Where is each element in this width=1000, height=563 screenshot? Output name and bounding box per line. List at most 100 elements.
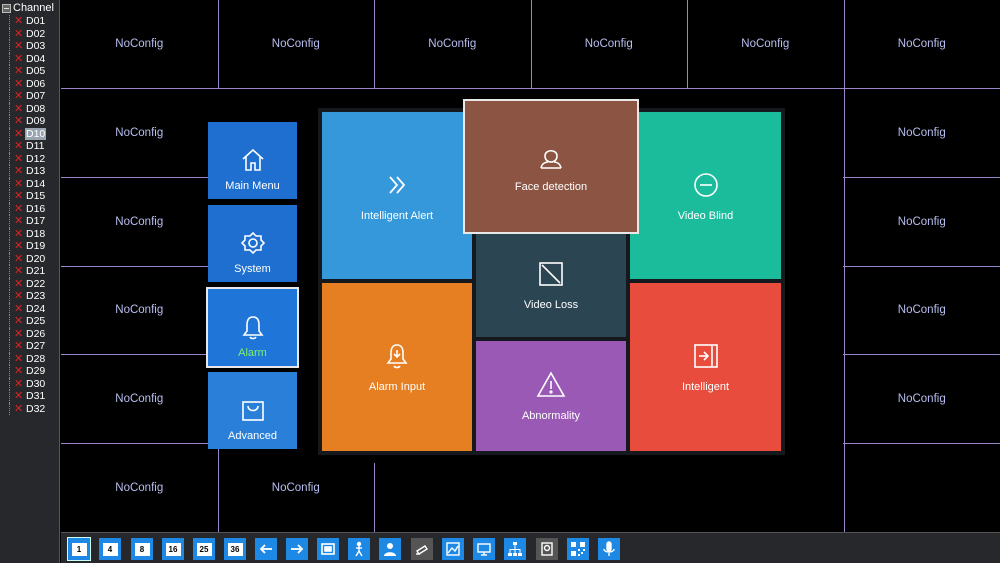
channel-item[interactable]: ✕ D03 xyxy=(0,40,60,53)
camera-cell[interactable]: NoConfig xyxy=(61,355,218,444)
channel-item[interactable]: ✕ D17 xyxy=(0,215,60,228)
grid-divider xyxy=(843,354,1000,355)
face-icon xyxy=(540,149,562,169)
channel-item[interactable]: ✕ D32 xyxy=(0,402,60,416)
camera-cell[interactable]: NoConfig xyxy=(61,443,218,532)
channel-item[interactable]: ✕ D31 xyxy=(0,390,60,403)
camera-cell[interactable]: NoConfig xyxy=(844,355,1000,444)
camera-cell[interactable]: NoConfig xyxy=(61,89,218,178)
image-button[interactable] xyxy=(442,538,464,560)
camera-cell[interactable]: NoConfig xyxy=(374,0,531,89)
channel-item[interactable]: ✕ D15 xyxy=(0,190,60,203)
qr-code-button[interactable] xyxy=(567,538,589,560)
split-25-button[interactable]: 25 xyxy=(193,538,215,560)
alarm-input-tile[interactable]: Alarm Input xyxy=(322,283,472,451)
camera-cell[interactable]: NoConfig xyxy=(61,177,218,266)
channel-item[interactable]: ✕ D02 xyxy=(0,27,60,41)
disconnected-icon: ✕ xyxy=(14,177,24,190)
abnormality-label: Abnormality xyxy=(521,410,581,422)
channel-item[interactable]: ✕ D16 xyxy=(0,202,60,216)
camera-cell[interactable]: NoConfig xyxy=(844,0,1000,89)
camera-icon xyxy=(416,545,428,555)
channel-item[interactable]: ✕ D30 xyxy=(0,377,60,391)
channel-item[interactable]: ✕ D25 xyxy=(0,315,60,328)
advanced-button[interactable]: Advanced xyxy=(208,372,297,449)
display-button[interactable] xyxy=(473,538,495,560)
alarm-label: Alarm xyxy=(238,347,267,359)
fullscreen-icon xyxy=(321,543,335,555)
grid-divider xyxy=(217,443,219,532)
collapse-icon[interactable] xyxy=(2,3,11,13)
channel-item[interactable]: ✕ D29 xyxy=(0,365,60,378)
channel-item[interactable]: ✕ D12 xyxy=(0,152,60,166)
channel-item[interactable]: ✕ D04 xyxy=(0,52,60,66)
camera-cell[interactable]: NoConfig xyxy=(218,443,375,532)
channel-item[interactable]: ✕ D24 xyxy=(0,302,60,316)
channel-label: D01 xyxy=(26,15,46,28)
channel-item[interactable]: ✕ D19 xyxy=(0,240,60,253)
disconnected-icon: ✕ xyxy=(14,15,24,28)
channel-item[interactable]: ✕ D01 xyxy=(0,15,60,28)
split-36-button[interactable]: 36 xyxy=(224,538,246,560)
camera-cell[interactable]: NoConfig xyxy=(844,89,1000,178)
camera-cell[interactable]: NoConfig xyxy=(531,0,688,89)
bottom-toolbar: 1 4 8 16 25 36 xyxy=(61,532,1000,563)
channel-item[interactable]: ✕ D20 xyxy=(0,252,60,266)
channel-label: D06 xyxy=(26,77,46,90)
channel-tree-header[interactable]: Channel xyxy=(2,2,54,14)
main-menu-button[interactable]: Main Menu xyxy=(208,122,297,199)
camera-cell[interactable]: NoConfig xyxy=(61,266,218,355)
channel-label: D28 xyxy=(26,352,46,365)
split-36-icon: 36 xyxy=(227,542,243,556)
alarm-input-icon xyxy=(386,344,408,369)
intelligent-tile[interactable]: Intelligent xyxy=(630,283,781,451)
face-detection-tile[interactable]: Face detection xyxy=(463,99,639,234)
disconnected-icon: ✕ xyxy=(14,27,24,40)
camera-cell[interactable]: NoConfig xyxy=(844,177,1000,266)
channel-item[interactable]: ✕ D26 xyxy=(0,327,60,341)
channel-item[interactable]: ✕ D21 xyxy=(0,265,60,278)
camera-cell[interactable]: NoConfig xyxy=(218,0,375,89)
previous-page-button[interactable] xyxy=(255,538,277,560)
channel-label: D04 xyxy=(26,52,46,65)
ptz-button[interactable] xyxy=(411,538,433,560)
split-4-button[interactable]: 4 xyxy=(99,538,121,560)
channel-item[interactable]: ✕ D13 xyxy=(0,165,60,178)
channel-item[interactable]: ✕ D05 xyxy=(0,65,60,78)
intelligent-alert-tile[interactable]: Intelligent Alert xyxy=(322,112,472,279)
microphone-icon xyxy=(603,541,615,556)
fullscreen-button[interactable] xyxy=(317,538,339,560)
camera-cell[interactable]: NoConfig xyxy=(687,0,844,89)
channel-item[interactable]: ✕ D08 xyxy=(0,102,60,116)
person-alarm-button[interactable] xyxy=(348,538,370,560)
next-page-button[interactable] xyxy=(286,538,308,560)
split-1-button[interactable]: 1 xyxy=(67,537,91,561)
channel-item[interactable]: ✕ D07 xyxy=(0,90,60,103)
channel-label: D18 xyxy=(26,227,46,240)
channel-item[interactable]: ✕ D14 xyxy=(0,177,60,191)
channel-item[interactable]: ✕ D11 xyxy=(0,140,60,153)
video-blind-tile[interactable]: Video Blind xyxy=(630,112,781,279)
split-8-button[interactable]: 8 xyxy=(131,538,153,560)
channel-item[interactable]: ✕ D27 xyxy=(0,340,60,353)
alarm-button[interactable]: Alarm xyxy=(206,287,299,368)
camera-cell[interactable]: NoConfig xyxy=(844,266,1000,355)
channel-item[interactable]: ✕ D09 xyxy=(0,115,60,128)
channel-item[interactable]: ✕ D10 xyxy=(0,127,60,141)
channel-item[interactable]: ✕ D23 xyxy=(0,290,60,303)
face-list-button[interactable] xyxy=(379,538,401,560)
channel-item[interactable]: ✕ D22 xyxy=(0,277,60,291)
channel-item[interactable]: ✕ D06 xyxy=(0,77,60,91)
channel-label: D02 xyxy=(26,27,46,40)
abnormality-tile[interactable]: Abnormality xyxy=(476,341,626,451)
channel-item[interactable]: ✕ D18 xyxy=(0,227,60,241)
channel-item[interactable]: ✕ D28 xyxy=(0,352,60,366)
split-16-button[interactable]: 16 xyxy=(162,538,184,560)
intelligent-label: Intelligent xyxy=(681,381,730,393)
intercom-button[interactable] xyxy=(598,538,620,560)
disk-button[interactable] xyxy=(536,538,558,560)
system-button[interactable]: System xyxy=(208,205,297,282)
network-button[interactable] xyxy=(504,538,526,560)
camera-cell[interactable]: NoConfig xyxy=(61,0,218,89)
video-loss-tile[interactable]: Video Loss xyxy=(476,233,626,337)
